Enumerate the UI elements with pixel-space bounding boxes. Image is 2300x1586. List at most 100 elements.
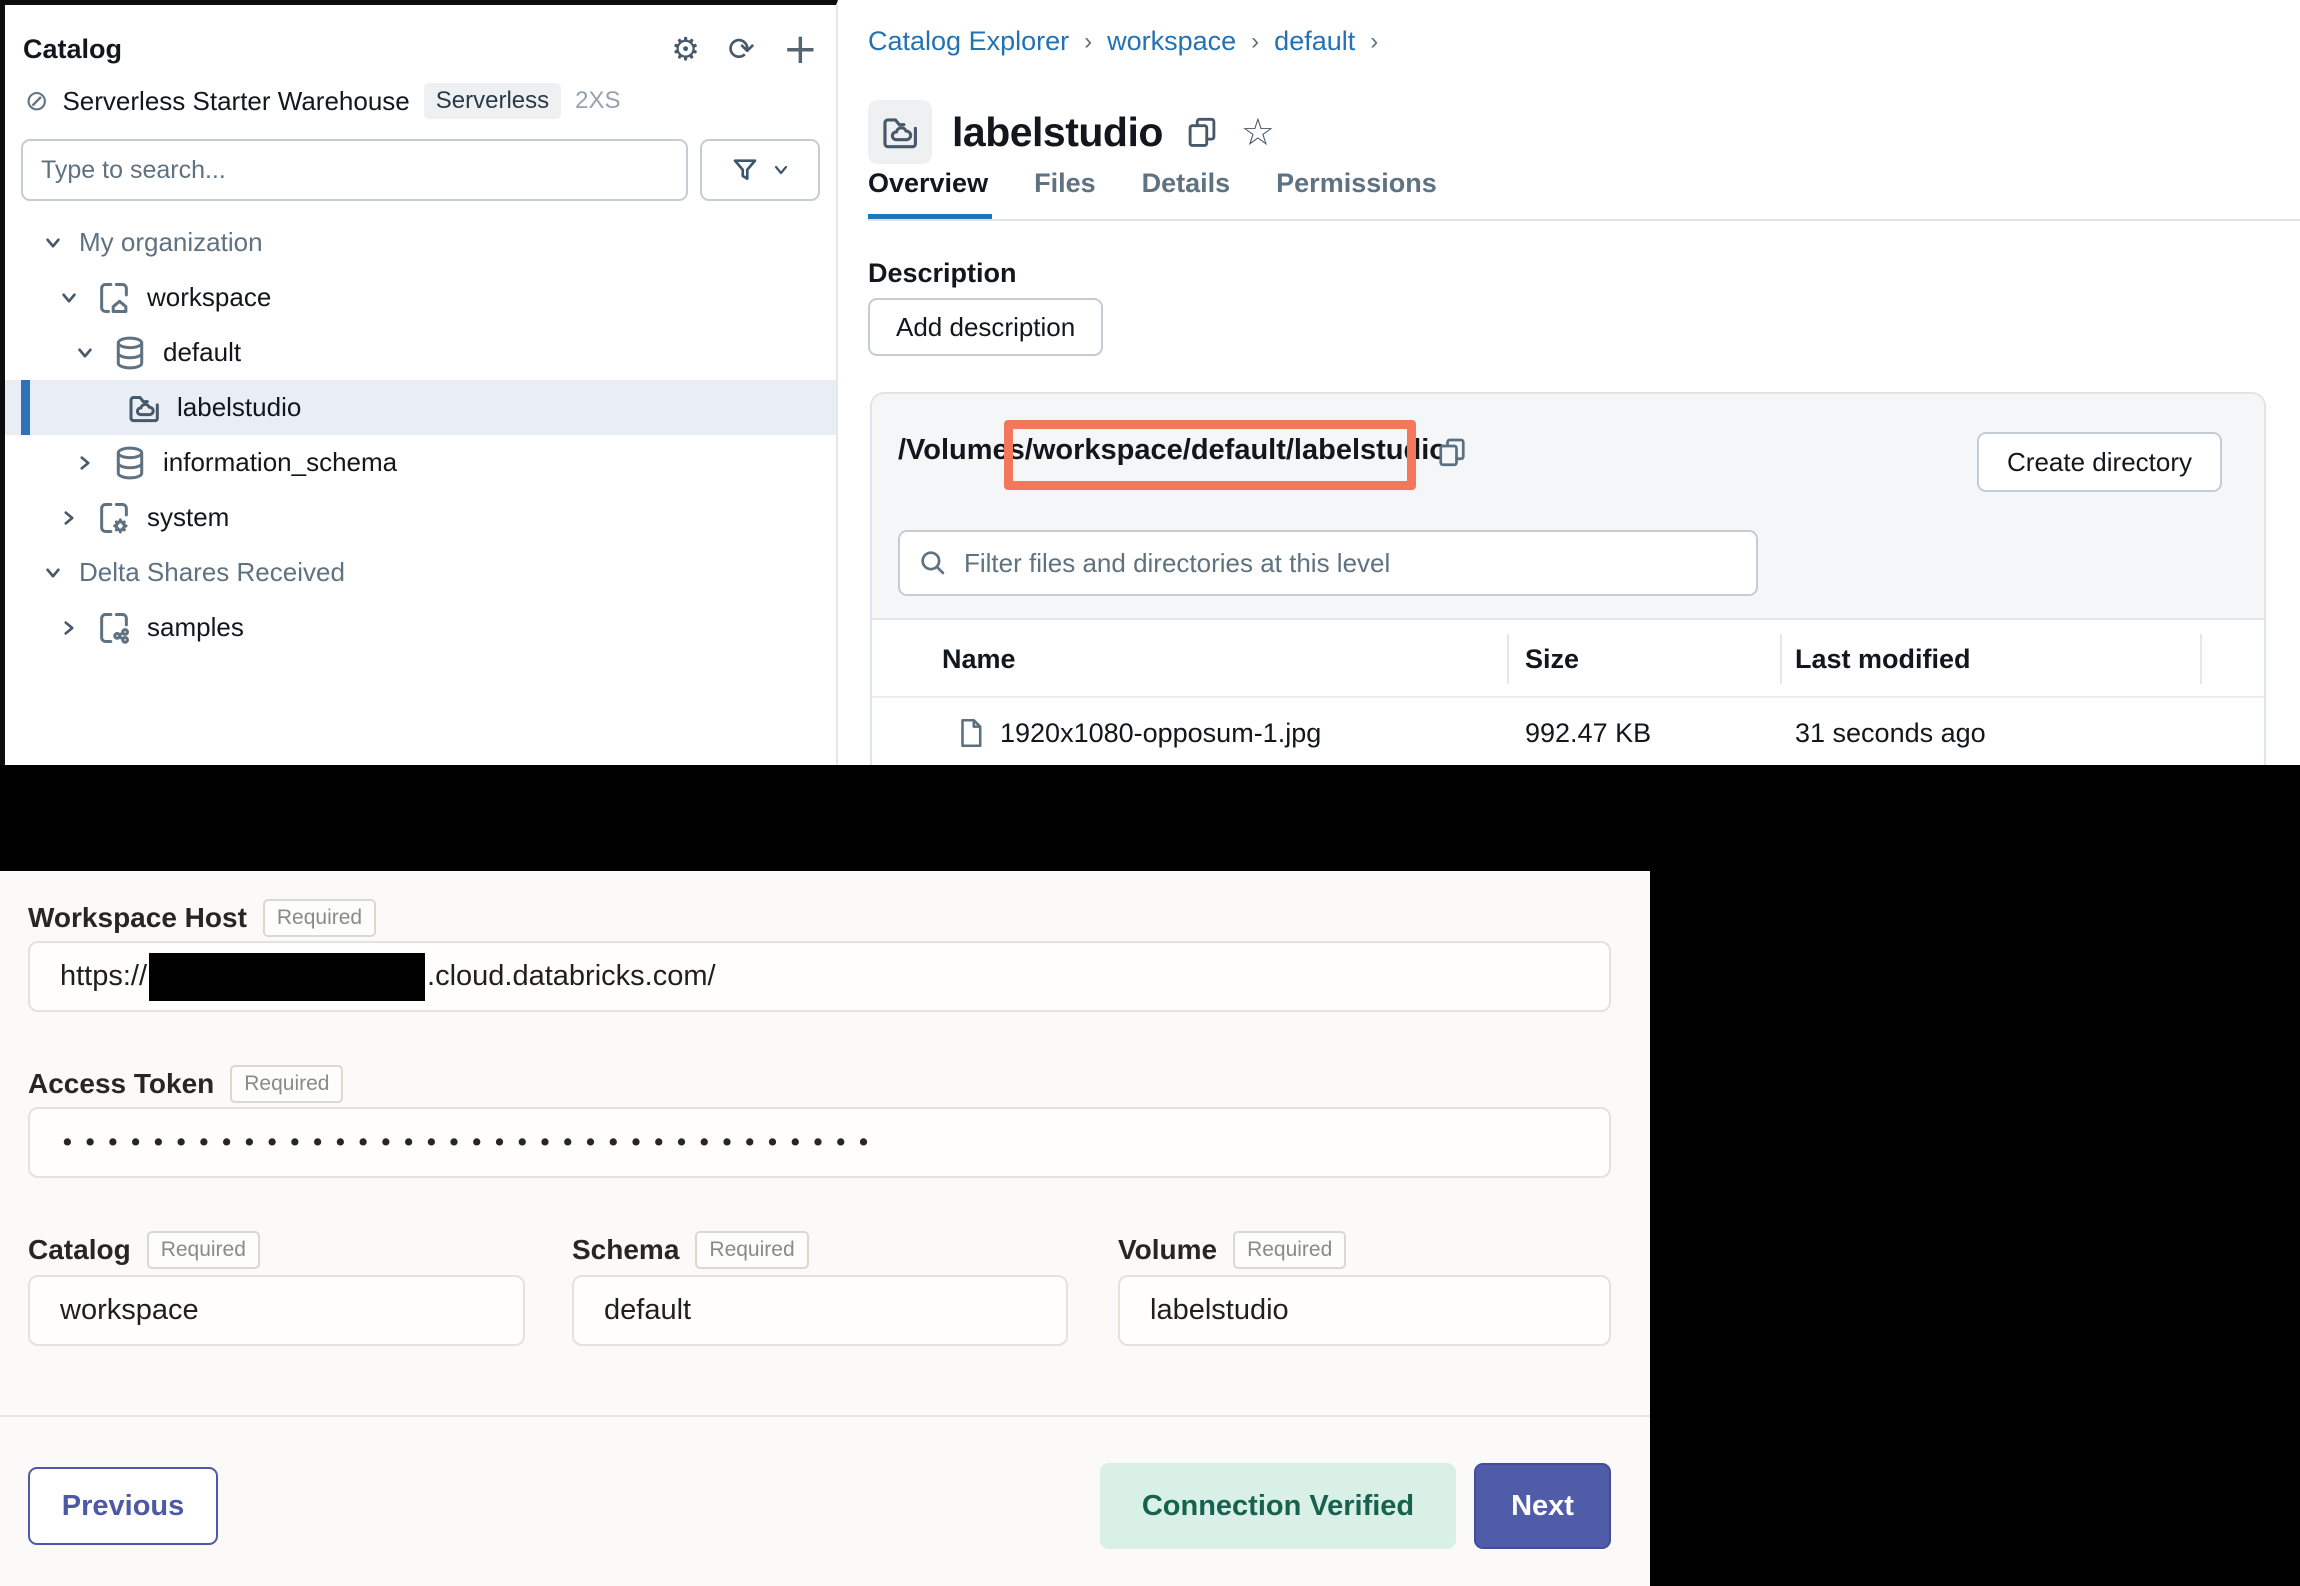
- workspace-host-label: Workspace Host Required: [28, 899, 376, 937]
- catalog-share-icon: [95, 609, 133, 647]
- chevron-right-icon[interactable]: [71, 450, 99, 476]
- warehouse-status-icon: ⊘: [25, 87, 48, 115]
- refresh-icon[interactable]: ⟳: [728, 33, 755, 65]
- chevron-down-icon[interactable]: [71, 340, 99, 366]
- access-token-input[interactable]: ••••••••••••••••••••••••••••••••••••: [28, 1107, 1611, 1178]
- breadcrumb-separator: ›: [1251, 28, 1259, 56]
- catalog-panel-title: Catalog: [23, 34, 122, 65]
- tree-item-default[interactable]: default: [5, 325, 836, 380]
- tree-item-delta-shares-received[interactable]: Delta Shares Received: [5, 545, 836, 600]
- catalog-search-input[interactable]: [21, 139, 688, 201]
- required-badge: Required: [263, 899, 376, 937]
- table-row[interactable]: 1920x1080-opposum-1.jpg 992.47 KB 31 sec…: [872, 700, 2264, 765]
- filter-button[interactable]: [700, 139, 820, 201]
- tree-item-system[interactable]: system: [5, 490, 836, 545]
- required-badge: Required: [1233, 1231, 1346, 1269]
- tab-permissions[interactable]: Permissions: [1276, 168, 1437, 225]
- required-badge: Required: [230, 1065, 343, 1103]
- add-plus-icon[interactable]: +: [783, 28, 818, 70]
- copy-title-icon[interactable]: [1183, 113, 1221, 151]
- schema-input[interactable]: default: [572, 1275, 1068, 1346]
- warehouse-serverless-badge: Serverless: [424, 83, 561, 119]
- catalog-sidebar: Catalog ⚙ ⟳ + ⊘ Serverless Starter Wareh…: [0, 0, 838, 765]
- catalog-input[interactable]: workspace: [28, 1275, 525, 1346]
- tree-item-label: system: [147, 502, 229, 533]
- file-name[interactable]: 1920x1080-opposum-1.jpg: [1000, 718, 1321, 749]
- page-title: labelstudio: [952, 109, 1163, 156]
- column-header-name[interactable]: Name: [942, 644, 1016, 675]
- tab-divider: [868, 219, 2300, 221]
- add-description-button[interactable]: Add description: [868, 298, 1103, 356]
- footer-divider: [0, 1415, 1650, 1417]
- chevron-right-icon[interactable]: [55, 615, 83, 641]
- tree-item-labelstudio[interactable]: labelstudio: [5, 380, 836, 435]
- connection-verified-status: Connection Verified: [1100, 1463, 1456, 1549]
- access-token-label: Access Token Required: [28, 1065, 343, 1103]
- tree-item-my-organization[interactable]: My organization: [5, 215, 836, 270]
- breadcrumb-separator: ›: [1084, 28, 1092, 56]
- volume-input[interactable]: labelstudio: [1118, 1275, 1611, 1346]
- volume-icon: [125, 389, 163, 427]
- required-badge: Required: [695, 1231, 808, 1269]
- volume-label: Volume Required: [1118, 1231, 1346, 1269]
- schema-icon: [111, 444, 149, 482]
- tree-item-label: information_schema: [163, 447, 397, 478]
- description-heading: Description: [868, 258, 1017, 289]
- warehouse-size-label: 2XS: [575, 87, 620, 115]
- column-separator: [1507, 634, 1509, 684]
- chevron-down-icon[interactable]: [39, 560, 67, 586]
- chevron-right-icon[interactable]: [55, 505, 83, 531]
- tree-item-label: workspace: [147, 282, 271, 313]
- copy-path-icon[interactable]: [1434, 434, 1470, 470]
- create-directory-button[interactable]: Create directory: [1977, 432, 2222, 492]
- breadcrumb-default[interactable]: default: [1274, 26, 1355, 57]
- connection-form: Workspace Host Required https://.cloud.d…: [0, 871, 1650, 1586]
- breadcrumb: Catalog Explorer › workspace › default ›: [868, 26, 1378, 57]
- tab-files[interactable]: Files: [1034, 168, 1096, 225]
- labelstudio-connection-section: Workspace Host Required https://.cloud.d…: [0, 871, 2300, 1586]
- tree-item-label: Delta Shares Received: [79, 557, 345, 588]
- tree-item-samples[interactable]: samples: [5, 600, 836, 655]
- column-separator: [2200, 634, 2202, 684]
- warehouse-row[interactable]: ⊘ Serverless Starter Warehouse Serverles…: [25, 81, 822, 121]
- settings-gear-icon[interactable]: ⚙: [671, 33, 700, 65]
- breadcrumb-catalog-explorer[interactable]: Catalog Explorer: [868, 26, 1069, 57]
- chevron-down-icon: [771, 160, 791, 180]
- tree-item-workspace[interactable]: workspace: [5, 270, 836, 325]
- redacted-hostname: [149, 953, 425, 1001]
- redaction-band: [0, 765, 2300, 871]
- volume-title-icon-box: [868, 100, 932, 164]
- next-button[interactable]: Next: [1474, 1463, 1611, 1549]
- breadcrumb-workspace[interactable]: workspace: [1107, 26, 1236, 57]
- catalog-main-content: Catalog Explorer › workspace › default ›…: [838, 0, 2300, 765]
- catalog-header: Catalog ⚙ ⟳ +: [23, 27, 818, 71]
- volume-icon: [878, 110, 922, 154]
- required-badge: Required: [147, 1231, 260, 1269]
- file-size: 992.47 KB: [1525, 718, 1651, 749]
- chevron-down-icon[interactable]: [39, 230, 67, 256]
- file-last-modified: 31 seconds ago: [1795, 718, 1986, 749]
- masked-token-value: ••••••••••••••••••••••••••••••••••••: [60, 1128, 879, 1157]
- workspace-host-input[interactable]: https://.cloud.databricks.com/: [28, 941, 1611, 1012]
- tree-item-label: samples: [147, 612, 244, 643]
- column-header-last-modified[interactable]: Last modified: [1795, 644, 1971, 675]
- volume-files-card: /Volumes/workspace/default/labelstudio C…: [870, 392, 2266, 765]
- previous-button[interactable]: Previous: [28, 1467, 218, 1545]
- file-icon: [954, 716, 988, 750]
- tab-details[interactable]: Details: [1142, 168, 1231, 225]
- column-separator: [1780, 634, 1782, 684]
- tree-item-information-schema[interactable]: information_schema: [5, 435, 836, 490]
- schema-label: Schema Required: [572, 1231, 809, 1269]
- warehouse-name: Serverless Starter Warehouse: [62, 86, 409, 117]
- column-header-size[interactable]: Size: [1525, 644, 1579, 675]
- favorite-star-icon[interactable]: ☆: [1241, 110, 1275, 154]
- files-filter-input[interactable]: [898, 530, 1758, 596]
- annotation-highlight-box: [1004, 420, 1416, 490]
- catalog-gear-icon: [95, 499, 133, 537]
- catalog-explorer-section: Catalog ⚙ ⟳ + ⊘ Serverless Starter Wareh…: [0, 0, 2300, 765]
- chevron-down-icon[interactable]: [55, 285, 83, 311]
- catalog-tree: My organization workspace: [5, 215, 836, 655]
- catalog-label: Catalog Required: [28, 1231, 260, 1269]
- tree-item-label: labelstudio: [177, 392, 301, 423]
- search-icon: [916, 546, 950, 580]
